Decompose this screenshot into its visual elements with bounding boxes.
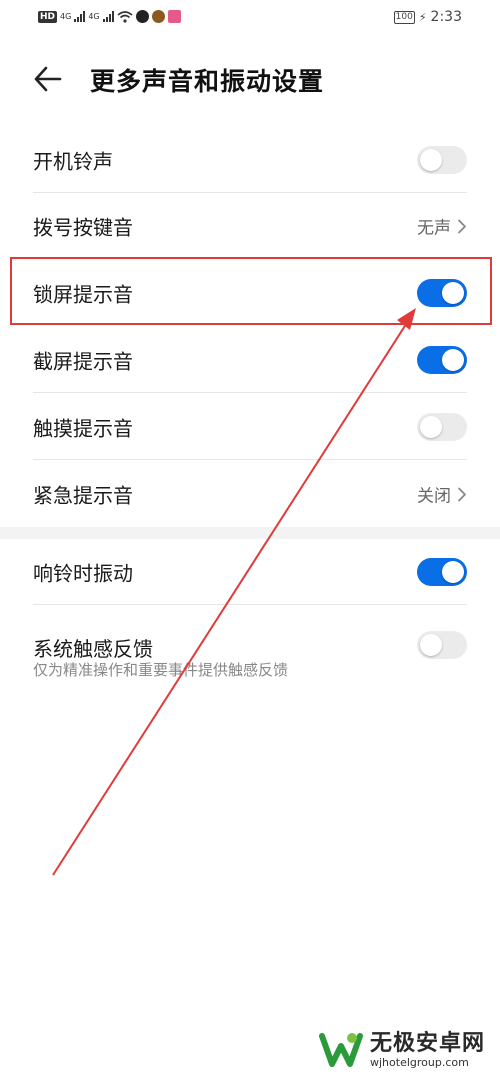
page-header: 更多声音和振动设置 bbox=[0, 52, 500, 106]
divider bbox=[33, 459, 467, 460]
setting-vibrate-on-ring[interactable]: 响铃时振动 bbox=[0, 539, 500, 605]
value-wrap: 无声 bbox=[417, 214, 467, 239]
setting-label: 截屏提示音 bbox=[33, 349, 133, 374]
network-label-2: 4G bbox=[88, 12, 100, 21]
chevron-right-icon bbox=[458, 219, 466, 233]
setting-dial-tone[interactable]: 拨号按键音 无声 bbox=[0, 193, 500, 259]
network-label-1: 4G bbox=[60, 12, 72, 21]
divider bbox=[33, 392, 467, 393]
chevron-right-icon bbox=[458, 487, 466, 501]
boot-ringtone-toggle[interactable] bbox=[417, 146, 467, 174]
app-notification-icon-3 bbox=[167, 10, 181, 23]
toggle-knob bbox=[420, 634, 442, 656]
setting-label: 紧急提示音 bbox=[33, 483, 133, 508]
setting-value: 关闭 bbox=[417, 486, 451, 507]
setting-label: 拨号按键音 bbox=[33, 215, 133, 240]
app-notification-icon-2 bbox=[151, 10, 165, 23]
app-notification-icon-1 bbox=[135, 10, 149, 23]
arrow-left-icon bbox=[34, 66, 62, 92]
back-button[interactable] bbox=[30, 61, 70, 97]
setting-boot-ringtone[interactable]: 开机铃声 bbox=[0, 127, 500, 193]
toggle-knob bbox=[442, 561, 464, 583]
page-title: 更多声音和振动设置 bbox=[90, 67, 325, 96]
highlight-box bbox=[10, 257, 492, 325]
setting-screenshot-sound[interactable]: 截屏提示音 bbox=[0, 327, 500, 393]
vibrate-on-ring-toggle[interactable] bbox=[417, 558, 467, 586]
watermark-logo-icon bbox=[319, 1033, 363, 1067]
setting-value: 无声 bbox=[417, 218, 451, 239]
watermark-url: wjhotelgroup.com bbox=[370, 1055, 469, 1069]
setting-label: 系统触感反馈 bbox=[33, 637, 153, 661]
toggle-knob bbox=[420, 149, 442, 171]
setting-emergency-sound[interactable]: 紧急提示音 关闭 bbox=[0, 461, 500, 527]
wifi-icon bbox=[117, 10, 133, 23]
status-left: HD 4G 4G bbox=[38, 10, 181, 23]
setting-label: 触摸提示音 bbox=[33, 416, 133, 441]
section-separator bbox=[0, 527, 500, 539]
haptic-feedback-toggle[interactable] bbox=[417, 631, 467, 659]
hd-badge: HD bbox=[38, 10, 58, 23]
signal-icon-2 bbox=[102, 11, 114, 22]
toggle-knob bbox=[442, 349, 464, 371]
touch-sound-toggle[interactable] bbox=[417, 413, 467, 441]
watermark-title: 无极安卓网 bbox=[370, 1030, 486, 1056]
status-right: 100 ⚡ 2:33 bbox=[393, 9, 462, 25]
screenshot-sound-toggle[interactable] bbox=[417, 346, 467, 374]
setting-description: 仅为精准操作和重要事件提供触感反馈 bbox=[33, 661, 289, 679]
toggle-knob bbox=[420, 416, 442, 438]
setting-label: 开机铃声 bbox=[33, 149, 113, 174]
status-bar: HD 4G 4G 100 ⚡ 2:33 bbox=[0, 0, 500, 38]
clock: 2:33 bbox=[430, 9, 462, 25]
setting-touch-sound[interactable]: 触摸提示音 bbox=[0, 394, 500, 460]
value-wrap: 关闭 bbox=[417, 482, 467, 507]
watermark-text: 无极安卓网 wjhotelgroup.com bbox=[370, 1030, 486, 1069]
charging-icon: ⚡ bbox=[418, 10, 427, 24]
setting-label: 响铃时振动 bbox=[33, 561, 133, 586]
signal-icon-1 bbox=[74, 11, 86, 22]
battery-icon: 100 bbox=[393, 10, 415, 24]
watermark: 无极安卓网 wjhotelgroup.com bbox=[318, 1030, 485, 1070]
setting-haptic-feedback[interactable]: 系统触感反馈 仅为精准操作和重要事件提供触感反馈 bbox=[0, 605, 500, 689]
